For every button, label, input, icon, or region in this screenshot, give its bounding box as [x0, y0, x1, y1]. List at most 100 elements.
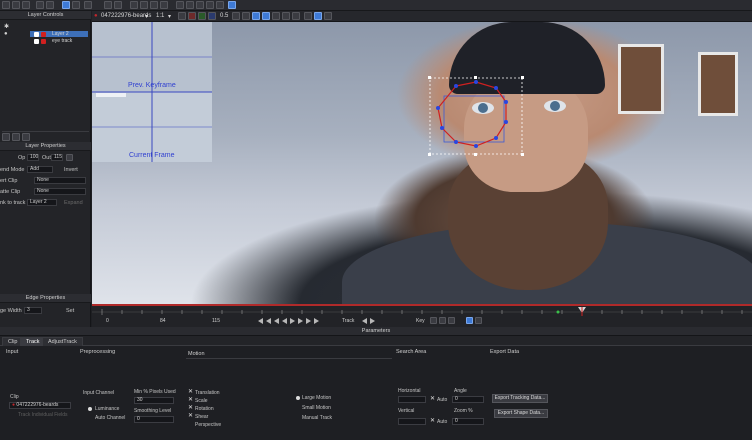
- timeline[interactable]: 0 84 115 Track Key: [92, 304, 752, 327]
- blue-channel-icon[interactable]: [208, 12, 216, 20]
- expand-layer-icon[interactable]: [22, 133, 30, 141]
- export-shape-button[interactable]: Export Shape Data...: [494, 409, 548, 418]
- pointer-icon[interactable]: [84, 1, 92, 9]
- new-layer-icon[interactable]: [2, 133, 10, 141]
- outline-toggle-icon[interactable]: [242, 12, 250, 20]
- track-display-icon[interactable]: [314, 12, 322, 20]
- open-file-icon[interactable]: [12, 1, 20, 9]
- vertical-auto-checkbox[interactable]: ✕: [430, 418, 435, 424]
- keyframe-icon[interactable]: [66, 154, 73, 161]
- redo-icon[interactable]: [46, 1, 54, 9]
- track-forward-icon[interactable]: [370, 318, 375, 324]
- track-backward-icon[interactable]: [362, 318, 367, 324]
- delete-key-icon[interactable]: [439, 317, 446, 324]
- layer-visibility-icon[interactable]: [304, 12, 312, 20]
- matte-clip-select[interactable]: None: [34, 188, 86, 195]
- blend-mode-select[interactable]: Add: [27, 166, 53, 173]
- timeline-ruler[interactable]: [92, 306, 752, 316]
- step-back-icon[interactable]: [282, 318, 287, 324]
- angle-input[interactable]: 0: [452, 396, 484, 403]
- zoom-select[interactable]: 1:1: [156, 13, 164, 19]
- auto-key-icon[interactable]: [466, 317, 473, 324]
- input-clip-select[interactable]: ● 047222976-beards: [9, 402, 71, 409]
- edge-width-input[interactable]: 3: [24, 307, 42, 314]
- left-panel: Layer Controls ✱ ● Layer 2 eye track Lay…: [0, 11, 91, 336]
- select-arrow-icon[interactable]: [62, 1, 70, 9]
- set-button[interactable]: Set: [66, 308, 74, 314]
- transform-icon[interactable]: [206, 1, 214, 9]
- opacity-value[interactable]: 0.5: [220, 13, 228, 19]
- export-tracking-button[interactable]: Export Tracking Data...: [492, 394, 548, 403]
- select-points-icon[interactable]: [72, 1, 80, 9]
- min-pixels-input[interactable]: 30: [134, 397, 174, 404]
- add-key-icon[interactable]: [430, 317, 437, 324]
- layer-row[interactable]: eye track: [30, 38, 88, 44]
- insert-clip-select[interactable]: None: [34, 177, 86, 184]
- timeline-current-frame[interactable]: 84: [160, 318, 166, 325]
- timeline-start[interactable]: 0: [106, 318, 109, 325]
- clip-select[interactable]: 047222976-beards: [101, 13, 151, 19]
- smooth-point-icon[interactable]: [160, 1, 168, 9]
- green-channel-icon[interactable]: [198, 12, 206, 20]
- horizontal-input[interactable]: [398, 396, 426, 403]
- add-point-icon[interactable]: [130, 1, 138, 9]
- tab-adjust-track[interactable]: AdjustTrack: [42, 337, 83, 346]
- track-area-box[interactable]: [443, 95, 505, 143]
- new-file-icon[interactable]: [2, 1, 10, 9]
- timeline-end[interactable]: 115: [212, 318, 220, 325]
- next-key-icon[interactable]: [306, 318, 311, 324]
- move-icon[interactable]: [216, 1, 224, 9]
- luminance-radio[interactable]: [88, 407, 92, 411]
- key-options-icon[interactable]: [448, 317, 455, 324]
- op-input[interactable]: 100: [27, 154, 39, 161]
- go-start-icon[interactable]: [258, 318, 263, 324]
- large-motion-radio[interactable]: [296, 396, 300, 400]
- play-backward-icon[interactable]: [274, 318, 279, 324]
- unlink-icon[interactable]: [186, 1, 194, 9]
- track-fields-option[interactable]: Track Individual Fields: [18, 412, 68, 418]
- out-input[interactable]: 115: [51, 154, 63, 161]
- zoom-icon[interactable]: [114, 1, 122, 9]
- eye-icon[interactable]: ●: [4, 31, 10, 37]
- cusp-point-icon[interactable]: [150, 1, 158, 9]
- view-options-icon[interactable]: [178, 12, 186, 20]
- step-forward-icon[interactable]: [290, 318, 295, 324]
- manual-track-option[interactable]: Manual Track: [302, 415, 332, 421]
- shear-checkbox[interactable]: ✕: [188, 413, 193, 419]
- translation-checkbox[interactable]: ✕: [188, 389, 193, 395]
- go-end-icon[interactable]: [314, 318, 319, 324]
- perspective-option[interactable]: Perspective: [195, 422, 221, 428]
- undo-icon[interactable]: [36, 1, 44, 9]
- layer-row[interactable]: Layer 2: [30, 31, 88, 37]
- play-icon[interactable]: [298, 318, 303, 324]
- zoom-percent-input[interactable]: 0: [452, 418, 484, 425]
- prev-key-icon[interactable]: [266, 318, 271, 324]
- small-motion-option[interactable]: Small Motion: [302, 405, 331, 411]
- overlay-toggle-icon[interactable]: [232, 12, 240, 20]
- mesh-toggle-icon[interactable]: [262, 12, 270, 20]
- merge-icon[interactable]: [196, 1, 204, 9]
- red-channel-icon[interactable]: [188, 12, 196, 20]
- gear-icon[interactable]: ✱: [4, 23, 10, 30]
- hand-pan-icon[interactable]: [104, 1, 112, 9]
- link-icon[interactable]: [176, 1, 184, 9]
- pin-icon[interactable]: [292, 12, 300, 20]
- horizontal-auto-checkbox[interactable]: ✕: [430, 396, 435, 402]
- link-to-track-select[interactable]: Layer 2: [27, 199, 57, 206]
- mask-toggle-icon[interactable]: [272, 12, 280, 20]
- scale-checkbox[interactable]: ✕: [188, 397, 193, 403]
- auto-channel-option[interactable]: Auto Channel: [95, 415, 125, 421]
- grid-toggle-icon[interactable]: [252, 12, 260, 20]
- track-icon[interactable]: [228, 1, 236, 9]
- invert-toggle[interactable]: Invert: [64, 167, 78, 173]
- remove-point-icon[interactable]: [140, 1, 148, 9]
- keyframe-marker[interactable]: [556, 310, 560, 314]
- rotation-checkbox[interactable]: ✕: [188, 405, 193, 411]
- duplicate-layer-icon[interactable]: [12, 133, 20, 141]
- view-stack-icon[interactable]: [324, 12, 332, 20]
- save-icon[interactable]: [22, 1, 30, 9]
- smoothing-input[interactable]: 0: [134, 416, 174, 423]
- vertical-input[interactable]: [398, 418, 426, 425]
- bezier-toggle-icon[interactable]: [282, 12, 290, 20]
- reset-key-icon[interactable]: [475, 317, 482, 324]
